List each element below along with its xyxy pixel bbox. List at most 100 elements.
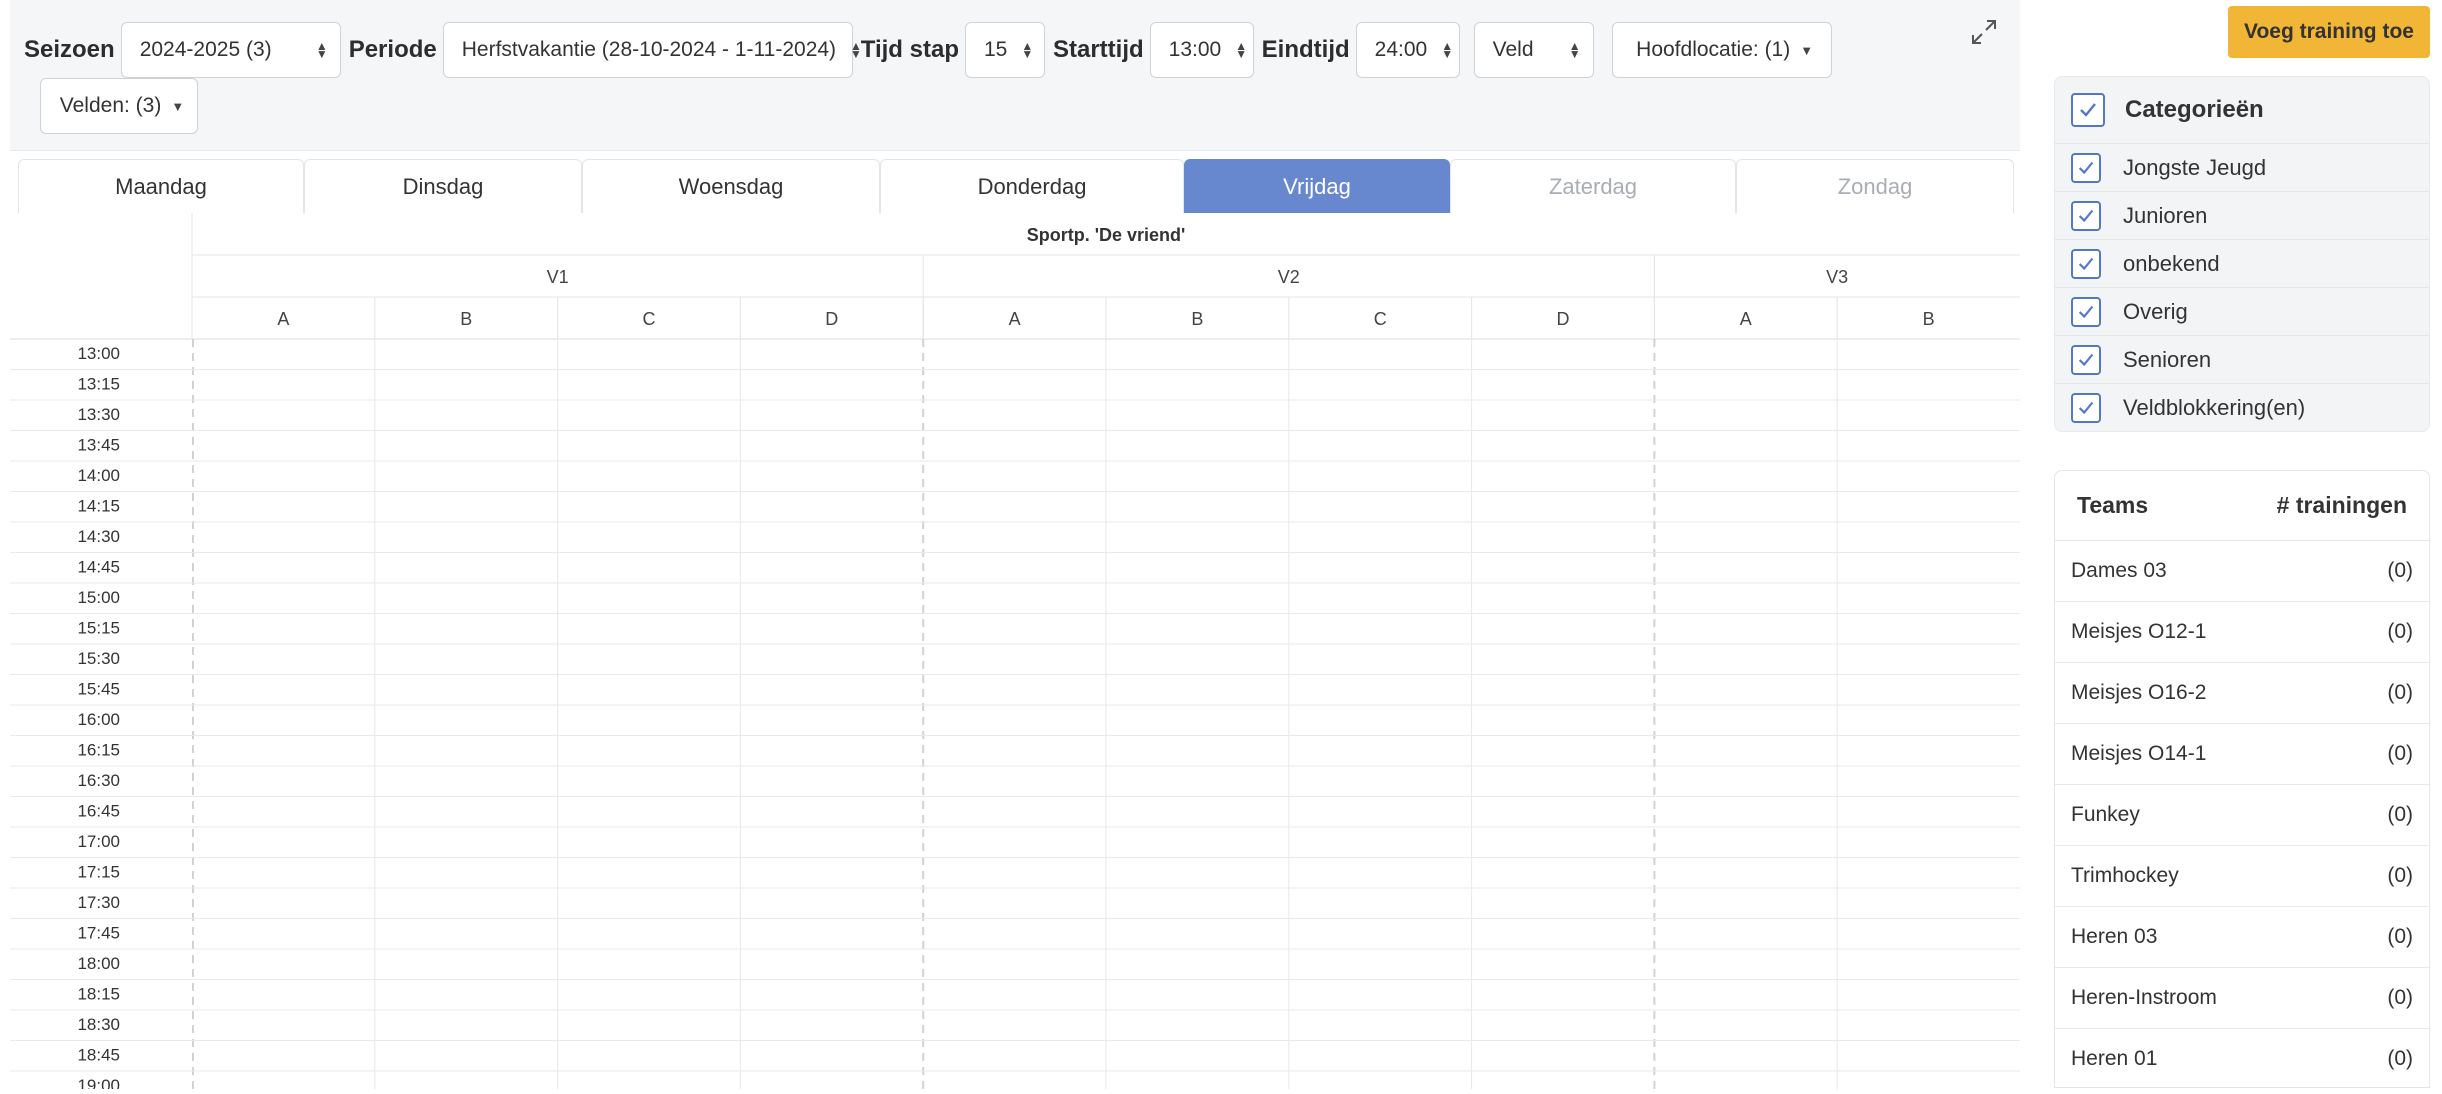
category-item[interactable]: Senioren bbox=[2055, 335, 2429, 383]
time-label: 16:30 bbox=[77, 771, 120, 790]
time-label: 14:15 bbox=[77, 497, 120, 516]
team-row[interactable]: Meisjes O14-1 (0) bbox=[2055, 724, 2429, 785]
team-training-count: (0) bbox=[2387, 925, 2413, 948]
time-label: 13:45 bbox=[77, 436, 120, 455]
tab-dinsdag[interactable]: Dinsdag bbox=[304, 159, 582, 213]
type-select[interactable]: Veld ▲ ▼ bbox=[1473, 22, 1594, 78]
category-label: onbekend bbox=[2123, 250, 2220, 276]
check-icon bbox=[2078, 305, 2094, 318]
category-label: Overig bbox=[2123, 298, 2188, 324]
check-icon bbox=[2078, 401, 2094, 414]
time-label: 13:00 bbox=[77, 344, 120, 363]
subfield-header: B bbox=[1191, 309, 1203, 329]
end-time-value: 24:00 bbox=[1374, 38, 1428, 61]
add-training-button[interactable]: Voeg training toe bbox=[2228, 6, 2430, 58]
start-label: Starttijd bbox=[1052, 36, 1144, 63]
fields-dropdown[interactable]: Velden: (3) ▼ bbox=[40, 78, 198, 134]
team-row[interactable]: Trimhockey (0) bbox=[2055, 846, 2429, 907]
subfield-header: A bbox=[1009, 309, 1021, 329]
time-label: 14:00 bbox=[77, 466, 120, 485]
subfield-header: C bbox=[1374, 309, 1387, 329]
caret-down-icon: ▼ bbox=[171, 98, 185, 114]
tab-zaterdag[interactable]: Zaterdag bbox=[1450, 159, 1736, 213]
period-select[interactable]: Herfstvakantie (28-10-2024 - 1-11-2024) … bbox=[442, 22, 862, 78]
start-time-select[interactable]: 13:00 ▲ ▼ bbox=[1149, 22, 1254, 78]
check-icon bbox=[2078, 353, 2094, 366]
team-training-count: (0) bbox=[2387, 1047, 2413, 1070]
team-row[interactable]: Meisjes O16-2 (0) bbox=[2055, 663, 2429, 724]
category-label: Jongste Jeugd bbox=[2123, 154, 2267, 180]
tab-vrijdag[interactable]: Vrijdag bbox=[1184, 159, 1450, 213]
location-title: Sportp. 'De vriend' bbox=[1027, 225, 1186, 245]
team-name: Meisjes O12-1 bbox=[2071, 620, 2207, 643]
teams-header-count: # trainingen bbox=[2276, 492, 2407, 518]
check-icon bbox=[2080, 103, 2096, 117]
category-item[interactable]: Veldblokkering(en) bbox=[2055, 383, 2429, 431]
category-checkbox[interactable] bbox=[2071, 152, 2101, 183]
teams-header-name: Teams bbox=[2077, 492, 2149, 518]
team-name: Heren-Instroom bbox=[2071, 986, 2217, 1009]
season-label: Seizoen bbox=[24, 36, 115, 63]
category-label: Senioren bbox=[2123, 346, 2212, 372]
tab-zondag[interactable]: Zondag bbox=[1736, 159, 2014, 213]
team-row[interactable]: Heren 01 (0) bbox=[2055, 1029, 2429, 1087]
category-checkbox[interactable] bbox=[2071, 248, 2101, 279]
category-item[interactable]: Jongste Jeugd bbox=[2055, 143, 2429, 191]
categories-panel: Categorieën Jongste Jeugd Junioren onbeken… bbox=[2054, 76, 2430, 432]
category-checkbox[interactable] bbox=[2071, 200, 2101, 231]
categories-header: Categorieën bbox=[2055, 77, 2429, 143]
category-checkbox[interactable] bbox=[2071, 344, 2101, 375]
end-time-select[interactable]: 24:00 ▲ ▼ bbox=[1355, 22, 1460, 78]
season-select[interactable]: 2024-2025 (3) ▲ ▼ bbox=[120, 22, 341, 78]
team-name: Dames 03 bbox=[2071, 559, 2167, 582]
team-name: Trimhockey bbox=[2071, 864, 2179, 887]
subfield-header: B bbox=[460, 309, 472, 329]
filter-bar: Seizoen 2024-2025 (3) ▲ ▼ Periode Herfstv… bbox=[24, 22, 2004, 134]
team-row[interactable]: Funkey (0) bbox=[2055, 785, 2429, 846]
expand-icon[interactable] bbox=[1970, 18, 1998, 46]
team-name: Meisjes O16-2 bbox=[2071, 681, 2207, 704]
period-label: Periode bbox=[348, 36, 437, 63]
schedule-grid-wrap: Sportp. 'De vriend' V1 V2 V3 A B C D A B C D A B 13:00… bbox=[10, 213, 2020, 1094]
caret-down-icon: ▼ bbox=[1800, 42, 1814, 58]
category-checkbox[interactable] bbox=[2071, 296, 2101, 327]
time-label: 15:30 bbox=[77, 649, 120, 668]
time-label: 18:15 bbox=[77, 985, 120, 1004]
team-row[interactable]: Meisjes O12-1 (0) bbox=[2055, 602, 2429, 663]
subfield-header: D bbox=[825, 309, 838, 329]
end-label: Eindtijd bbox=[1261, 36, 1350, 63]
check-icon bbox=[2078, 161, 2094, 174]
location-dropdown[interactable]: Hoofdlocatie: (1) ▼ bbox=[1611, 22, 1832, 78]
tab-donderdag[interactable]: Donderdag bbox=[880, 159, 1184, 213]
time-label: 15:45 bbox=[77, 680, 120, 699]
categories-all-checkbox[interactable] bbox=[2071, 93, 2105, 127]
category-item[interactable]: Overig bbox=[2055, 287, 2429, 335]
time-label: 18:30 bbox=[77, 1015, 120, 1034]
field-header-v2: V2 bbox=[1278, 267, 1300, 287]
team-row[interactable]: Heren 03 (0) bbox=[2055, 907, 2429, 968]
tab-maandag[interactable]: Maandag bbox=[18, 159, 304, 213]
time-label: 16:15 bbox=[77, 741, 120, 760]
team-name: Meisjes O14-1 bbox=[2071, 742, 2207, 765]
schedule-grid[interactable]: Sportp. 'De vriend' V1 V2 V3 A B C D A B C D A B 13:00… bbox=[10, 213, 2020, 1094]
tab-woensdag[interactable]: Woensdag bbox=[582, 159, 880, 213]
team-row[interactable]: Heren-Instroom (0) bbox=[2055, 968, 2429, 1029]
teams-panel: Teams # trainingen Dames 03 (0) Meisjes O1… bbox=[2054, 470, 2430, 1088]
step-value: 15 bbox=[983, 38, 1008, 61]
time-label: 13:30 bbox=[77, 405, 120, 424]
time-label: 16:45 bbox=[77, 802, 120, 821]
select-arrows-icon: ▲ ▼ bbox=[1021, 39, 1034, 61]
filter-row-1: Seizoen 2024-2025 (3) ▲ ▼ Periode Herfstv… bbox=[24, 22, 2004, 78]
category-checkbox[interactable] bbox=[2071, 392, 2101, 423]
check-icon bbox=[2078, 257, 2094, 270]
step-select[interactable]: 15 ▲ ▼ bbox=[964, 22, 1045, 78]
categories-list: Jongste Jeugd Junioren onbekend Overig Senio… bbox=[2055, 143, 2429, 431]
category-item[interactable]: onbekend bbox=[2055, 239, 2429, 287]
time-label: 15:15 bbox=[77, 619, 120, 638]
team-row[interactable]: Dames 03 (0) bbox=[2055, 541, 2429, 602]
time-label: 18:00 bbox=[77, 954, 120, 973]
calendar: Maandag Dinsdag Woensdag Donderdag Vrijdag Za… bbox=[10, 150, 2020, 1094]
category-item[interactable]: Junioren bbox=[2055, 191, 2429, 239]
type-value: Veld bbox=[1492, 38, 1534, 61]
filter-row-2: Velden: (3) ▼ bbox=[24, 78, 2004, 134]
